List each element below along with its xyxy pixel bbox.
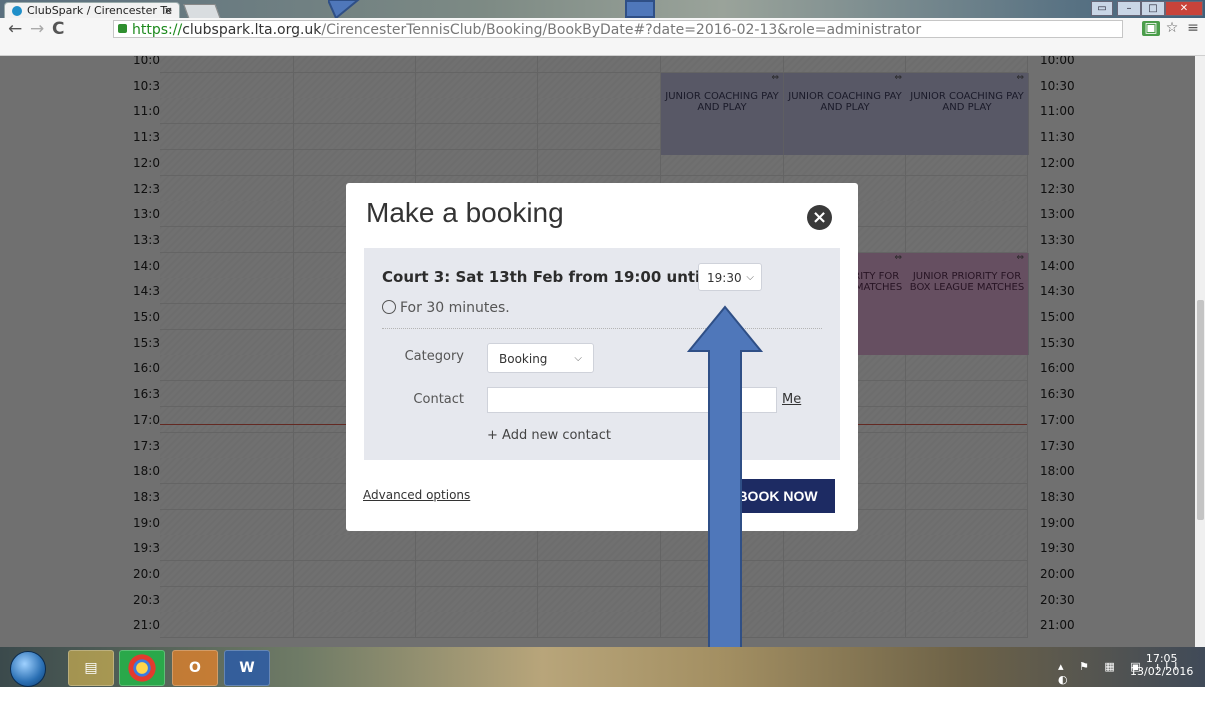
window-close-button[interactable]: ✕: [1165, 1, 1203, 16]
advanced-options-link[interactable]: Advanced options: [363, 488, 470, 502]
court-summary: Court 3: Sat 13th Feb from 19:00 until: [382, 268, 706, 286]
browser-toolbar: ← → C https://clubspark.lta.org.uk/Ciren…: [0, 18, 1205, 56]
window-restore-icon[interactable]: ▭: [1091, 1, 1113, 16]
window-minimize-button[interactable]: –: [1117, 1, 1141, 16]
address-bar[interactable]: https://clubspark.lta.org.uk/Cirencester…: [113, 20, 1123, 38]
end-time-value: 19:30: [707, 271, 742, 285]
chrome-icon[interactable]: [119, 650, 165, 686]
duration-text: For 30 minutes.: [382, 300, 510, 316]
annotation-arrow-top-left: [326, 0, 364, 20]
category-select[interactable]: Booking ⌵: [487, 343, 594, 373]
clock-time: 17:05: [1145, 652, 1178, 665]
tab-close-icon[interactable]: ×: [164, 3, 173, 19]
reload-icon[interactable]: C: [52, 19, 64, 39]
url-scheme: https://: [132, 22, 183, 38]
me-link[interactable]: Me: [782, 392, 801, 407]
word-icon[interactable]: W: [224, 650, 270, 686]
menu-icon[interactable]: ≡: [1184, 20, 1202, 37]
url-domain: clubspark.lta.org.uk: [182, 22, 322, 38]
screenshot-margin: [0, 687, 1205, 704]
browser-tab-strip: [0, 0, 1205, 18]
chevron-down-icon: ⌵: [574, 353, 582, 364]
window-maximize-button[interactable]: □: [1141, 1, 1165, 16]
file-explorer-icon[interactable]: ▤: [68, 650, 114, 686]
clock-date: 13/02/2016: [1130, 665, 1194, 678]
annotation-arrow-top-shaft: [625, 0, 655, 18]
forward-arrow-icon[interactable]: →: [30, 19, 44, 39]
modal-title: Make a booking: [366, 197, 564, 228]
contact-label: Contact: [413, 392, 464, 407]
tab-title: ClubSpark / Cirencester Te: [27, 4, 173, 17]
chevron-down-icon: ⌵: [746, 272, 754, 283]
add-new-contact-link[interactable]: + Add new contact: [487, 428, 611, 443]
category-value: Booking: [499, 352, 548, 366]
end-time-select[interactable]: 19:30 ⌵: [698, 263, 762, 291]
system-clock[interactable]: 17:05 13/02/2016: [1130, 652, 1193, 678]
scrollbar-thumb[interactable]: [1197, 300, 1204, 520]
browser-tab[interactable]: ClubSpark / Cirencester Te ×: [4, 2, 180, 18]
lock-icon: [118, 24, 127, 33]
back-arrow-icon[interactable]: ←: [8, 19, 22, 39]
start-button-icon[interactable]: [10, 651, 46, 687]
booking-details-panel: Court 3: Sat 13th Feb from 19:00 until 1…: [364, 248, 840, 460]
duration-label: For 30 minutes.: [400, 300, 510, 316]
annotation-arrow-up: [686, 305, 764, 704]
bookmark-star-icon[interactable]: ☆: [1163, 20, 1181, 37]
category-label: Category: [404, 349, 464, 364]
new-tab-button[interactable]: [183, 4, 221, 19]
booking-modal: Make a booking × Court 3: Sat 13th Feb f…: [346, 183, 858, 531]
extension-icon[interactable]: ▣: [1142, 21, 1160, 36]
clock-icon: [382, 300, 396, 314]
outlook-icon[interactable]: O: [172, 650, 218, 686]
close-icon[interactable]: ×: [807, 205, 832, 230]
clubspark-favicon-icon: [12, 6, 22, 16]
url-path: /CirencesterTennisClub/Booking/BookByDat…: [321, 22, 922, 38]
